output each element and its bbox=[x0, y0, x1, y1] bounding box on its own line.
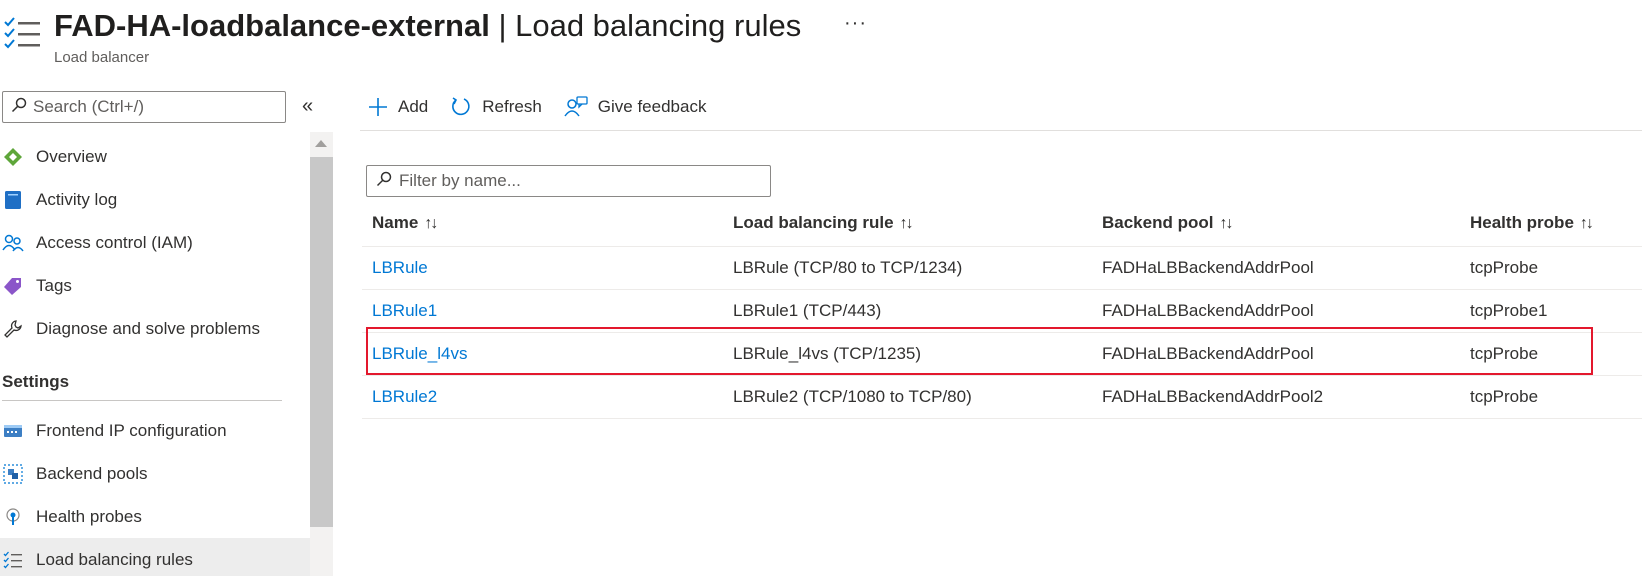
sort-icon[interactable]: ↑↓ bbox=[1219, 215, 1233, 232]
sidebar-item-activity-log[interactable]: Activity log bbox=[0, 178, 310, 221]
add-button-label: Add bbox=[398, 97, 429, 116]
sidebar-search-box[interactable] bbox=[2, 91, 286, 123]
backend-pool-cell: FADHaLBBackendAddrPool2 bbox=[1102, 387, 1324, 406]
health-probe-cell: tcpProbe bbox=[1470, 344, 1539, 363]
health-probe-icon bbox=[2, 506, 24, 528]
sidebar-item-label: Diagnose and solve problems bbox=[36, 318, 260, 338]
activity-log-icon bbox=[2, 189, 24, 211]
sidebar-item-tags[interactable]: Tags bbox=[0, 264, 310, 307]
tag-icon bbox=[2, 275, 24, 297]
sidebar-item-overview[interactable]: Overview bbox=[0, 135, 310, 178]
backend-pool-cell: FADHaLBBackendAddrPool bbox=[1102, 344, 1314, 363]
search-icon bbox=[376, 171, 392, 192]
rule-cell: LBRule2 (TCP/1080 to TCP/80) bbox=[733, 387, 972, 406]
sidebar-scrollbar-thumb[interactable] bbox=[310, 157, 333, 527]
rule-cell: LBRule_l4vs (TCP/1235) bbox=[733, 344, 922, 363]
sidebar-item-label: Access control (IAM) bbox=[36, 232, 193, 252]
table-row[interactable]: LBRule LBRule (TCP/80 to TCP/1234) FADHa… bbox=[362, 247, 1642, 290]
sidebar-item-label: Activity log bbox=[36, 189, 118, 209]
sidebar-item-load-balancing-rules[interactable]: Load balancing rules bbox=[0, 538, 310, 576]
health-probe-cell: tcpProbe bbox=[1470, 387, 1539, 406]
sidebar-item-label: Backend pools bbox=[36, 463, 148, 483]
sidebar-item-backend-pools[interactable]: Backend pools bbox=[0, 452, 310, 495]
rule-name-link[interactable]: LBRule2 bbox=[372, 387, 437, 406]
rule-name-link[interactable]: LBRule_l4vs bbox=[372, 344, 467, 363]
column-header-name[interactable]: Name ↑↓ bbox=[362, 213, 730, 233]
more-options-button[interactable]: ··· bbox=[844, 12, 867, 35]
frontend-ip-icon bbox=[2, 420, 24, 442]
sidebar-item-health-probes[interactable]: Health probes bbox=[0, 495, 310, 538]
plus-icon bbox=[368, 97, 388, 117]
give-feedback-button[interactable]: Give feedback bbox=[564, 96, 707, 118]
feedback-icon bbox=[564, 96, 588, 118]
health-probe-cell: tcpProbe1 bbox=[1470, 301, 1548, 320]
sidebar-item-label: Load balancing rules bbox=[36, 549, 193, 569]
rule-name-link[interactable]: LBRule bbox=[372, 258, 428, 277]
backend-pool-cell: FADHaLBBackendAddrPool bbox=[1102, 301, 1314, 320]
sidebar-item-iam[interactable]: Access control (IAM) bbox=[0, 221, 310, 264]
give-feedback-label: Give feedback bbox=[597, 97, 707, 116]
backend-pool-cell: FADHaLBBackendAddrPool bbox=[1102, 258, 1314, 277]
refresh-icon bbox=[450, 96, 472, 118]
settings-section-heading: Settings bbox=[2, 372, 70, 391]
filter-box[interactable] bbox=[366, 165, 771, 197]
toolbar-divider bbox=[360, 130, 1642, 131]
sort-icon[interactable]: ↑↓ bbox=[1580, 215, 1594, 232]
sidebar-search-input[interactable] bbox=[33, 97, 273, 117]
table-row[interactable]: LBRule2 LBRule2 (TCP/1080 to TCP/80) FAD… bbox=[362, 376, 1642, 419]
refresh-button-label: Refresh bbox=[482, 97, 542, 116]
sort-icon[interactable]: ↑↓ bbox=[900, 215, 914, 232]
rule-cell: LBRule1 (TCP/443) bbox=[733, 301, 882, 320]
refresh-button[interactable]: Refresh bbox=[450, 96, 542, 118]
command-bar: Add Refresh Give feedback bbox=[368, 92, 728, 122]
blade-title: Load balancing rules bbox=[515, 8, 802, 43]
column-header-label: Health probe bbox=[1470, 213, 1574, 232]
column-header-rule[interactable]: Load balancing rule ↑↓ bbox=[730, 213, 1099, 233]
sidebar-item-frontend-ip[interactable]: Frontend IP configuration bbox=[0, 409, 310, 452]
collapse-sidebar-button[interactable]: « bbox=[302, 95, 313, 118]
sidebar-item-label: Tags bbox=[36, 275, 72, 295]
filter-by-name-input[interactable] bbox=[399, 171, 759, 191]
sidebar-item-label: Health probes bbox=[36, 506, 142, 526]
column-header-label: Name bbox=[372, 213, 419, 232]
rule-name-link[interactable]: LBRule1 bbox=[372, 301, 437, 320]
rule-cell: LBRule (TCP/80 to TCP/1234) bbox=[733, 258, 963, 277]
backend-pool-icon bbox=[2, 463, 24, 485]
table-row[interactable]: LBRule_l4vs LBRule_l4vs (TCP/1235) FADHa… bbox=[362, 333, 1642, 376]
column-header-label: Backend pool bbox=[1102, 213, 1214, 232]
wrench-icon bbox=[2, 318, 24, 340]
sidebar-item-label: Frontend IP configuration bbox=[36, 420, 227, 440]
scroll-up-arrow-icon[interactable] bbox=[315, 140, 327, 147]
column-header-label: Load balancing rule bbox=[733, 213, 894, 232]
sidebar-item-label: Overview bbox=[36, 146, 107, 166]
sort-icon[interactable]: ↑↓ bbox=[424, 215, 438, 232]
rules-list-icon bbox=[3, 14, 43, 54]
table-header-row: Name ↑↓ Load balancing rule ↑↓ Backend poo… bbox=[362, 200, 1642, 247]
sidebar-item-diagnose[interactable]: Diagnose and solve problems bbox=[0, 307, 310, 350]
sidebar-nav: Overview Activity log Access control (IA… bbox=[0, 135, 310, 576]
column-header-backend-pool[interactable]: Backend pool ↑↓ bbox=[1099, 213, 1467, 233]
add-button[interactable]: Add bbox=[368, 97, 428, 117]
search-icon bbox=[11, 97, 27, 118]
resource-name: FAD-HA-loadbalance-external bbox=[54, 8, 490, 43]
column-header-health-probe[interactable]: Health probe ↑↓ bbox=[1467, 213, 1642, 233]
title-separator: | bbox=[489, 8, 516, 43]
section-divider bbox=[2, 400, 282, 401]
iam-icon bbox=[2, 232, 24, 254]
rules-table: Name ↑↓ Load balancing rule ↑↓ Backend poo… bbox=[362, 200, 1642, 419]
resource-type: Load balancer bbox=[54, 49, 150, 66]
rules-list-icon bbox=[2, 549, 24, 571]
table-row[interactable]: LBRule1 LBRule1 (TCP/443) FADHaLBBackend… bbox=[362, 290, 1642, 333]
overview-icon bbox=[2, 146, 24, 168]
health-probe-cell: tcpProbe bbox=[1470, 258, 1539, 277]
page-title: FAD-HA-loadbalance-external | Load balan… bbox=[54, 6, 801, 46]
